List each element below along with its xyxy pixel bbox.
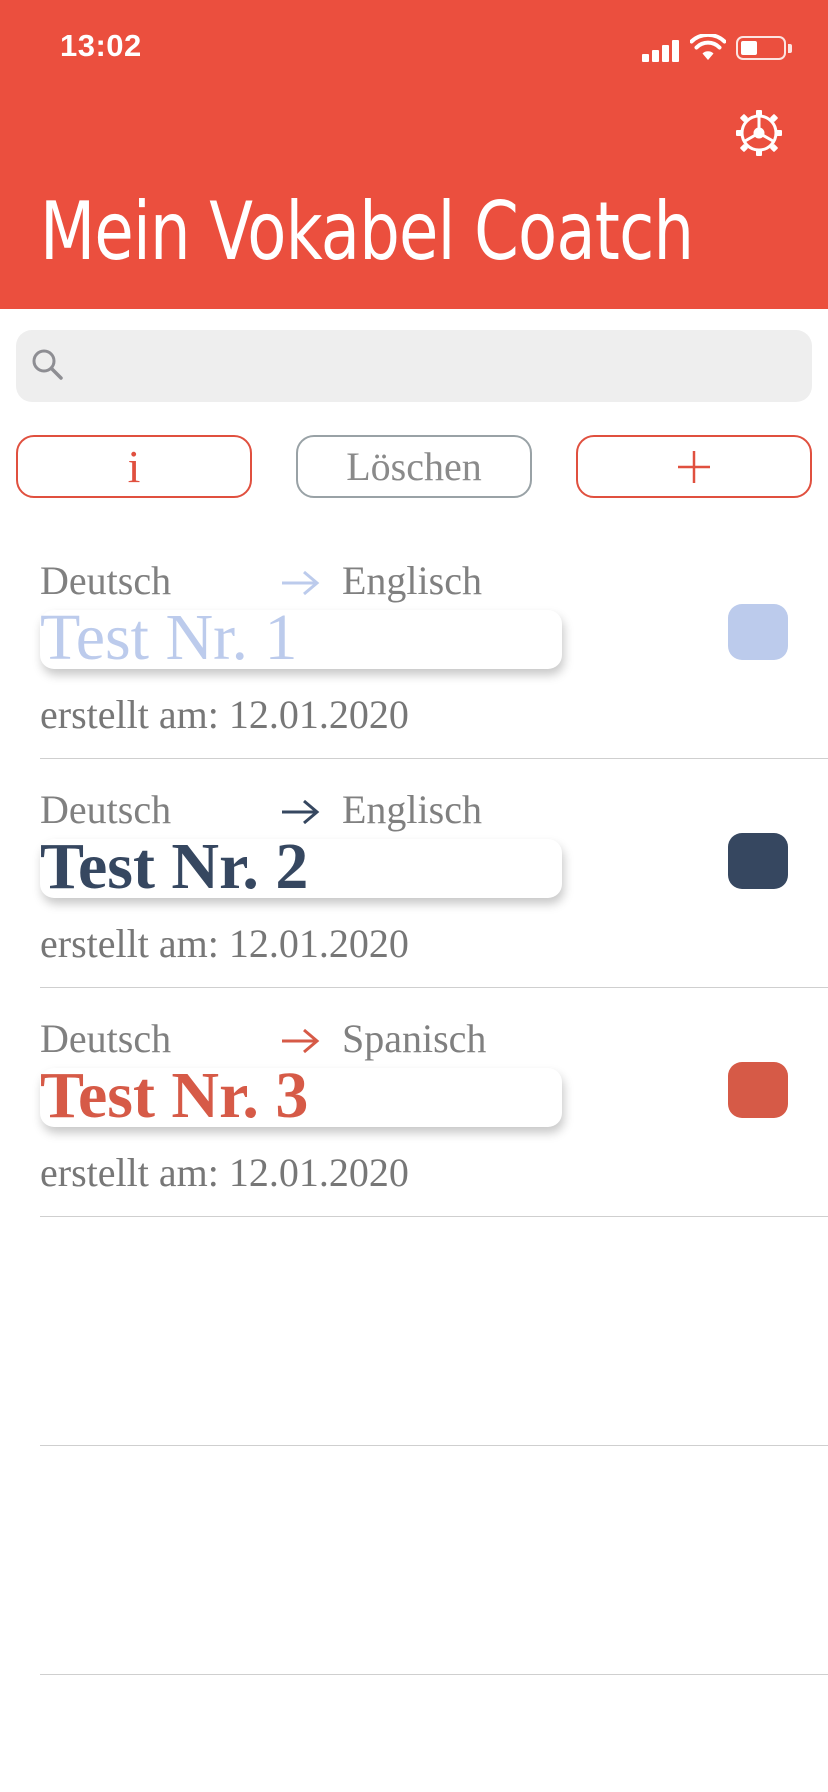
list-item[interactable]: Deutsch Spanisch Test Nr. 3 erstellt am:…: [0, 1003, 828, 1232]
add-button[interactable]: [576, 435, 812, 498]
info-button-label: i: [127, 441, 141, 492]
info-button[interactable]: i: [16, 435, 252, 498]
search-icon: [32, 349, 63, 380]
target-language: Englisch: [342, 787, 482, 832]
created-date: erstellt am: 12.01.2020: [40, 921, 409, 966]
list-item[interactable]: Deutsch Englisch Test Nr. 1 erstellt am:…: [0, 545, 828, 774]
divider: [40, 1674, 828, 1675]
target-language: Englisch: [342, 558, 482, 603]
status-time: 13:02: [60, 28, 142, 63]
battery-icon: [736, 36, 786, 60]
divider: [40, 758, 828, 759]
settings-button[interactable]: [734, 108, 784, 158]
app-title: Mein Vokabel Coatch: [40, 185, 694, 278]
plus-icon: [678, 450, 710, 483]
list-item[interactable]: Deutsch Englisch Test Nr. 2 erstellt am:…: [0, 774, 828, 1003]
screen: 13:02 Mein Vokabel Coatch i Löschen Deut…: [0, 0, 828, 1792]
color-swatch[interactable]: [728, 833, 788, 889]
search-bar[interactable]: [16, 330, 812, 402]
test-name: Test Nr. 1: [40, 601, 298, 674]
arrow-right-icon: [282, 570, 320, 596]
header: 13:02 Mein Vokabel Coatch: [0, 0, 828, 309]
gear-icon: [736, 110, 782, 156]
arrow-right-icon: [282, 1028, 320, 1054]
color-swatch[interactable]: [728, 604, 788, 660]
target-language: Spanisch: [342, 1016, 487, 1061]
status-icons: [642, 34, 792, 62]
delete-button[interactable]: Löschen: [296, 435, 532, 498]
search-input[interactable]: [76, 330, 796, 402]
arrow-right-icon: [282, 799, 320, 825]
source-language: Deutsch: [40, 787, 172, 832]
delete-button-label: Löschen: [346, 444, 482, 489]
created-date: erstellt am: 12.01.2020: [40, 692, 409, 737]
divider: [40, 1216, 828, 1217]
source-language: Deutsch: [40, 558, 172, 603]
test-name: Test Nr. 2: [40, 830, 309, 903]
wifi-icon: [690, 34, 726, 60]
test-name: Test Nr. 3: [40, 1059, 309, 1132]
divider: [40, 1445, 828, 1446]
divider: [40, 987, 828, 988]
created-date: erstellt am: 12.01.2020: [40, 1150, 409, 1195]
source-language: Deutsch: [40, 1016, 172, 1061]
color-swatch[interactable]: [728, 1062, 788, 1118]
